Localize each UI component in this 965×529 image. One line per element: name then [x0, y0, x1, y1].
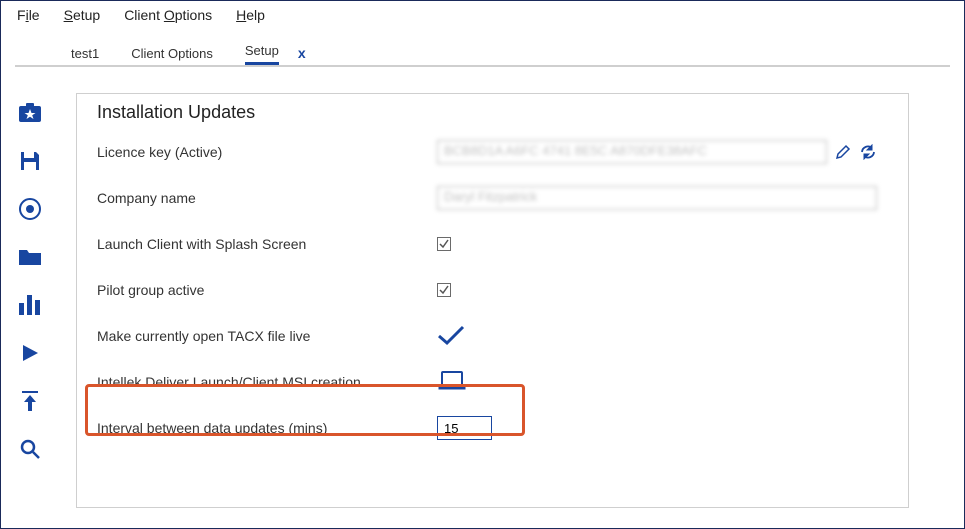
favorites-icon[interactable]	[18, 101, 42, 125]
sidebar	[11, 101, 49, 461]
menu-help[interactable]: Help	[236, 7, 265, 23]
stats-icon[interactable]	[19, 293, 41, 317]
menu-setup[interactable]: Setup	[64, 7, 101, 23]
splash-checkbox[interactable]	[437, 237, 451, 251]
msi-button[interactable]	[437, 370, 467, 395]
interval-label: Interval between data updates (mins)	[97, 420, 437, 436]
row-company-name: Company name Daryl Fitzpatrick	[97, 175, 908, 221]
tab-underline	[15, 65, 950, 67]
panel-title: Installation Updates	[97, 102, 908, 123]
make-live-label: Make currently open TACX file live	[97, 328, 437, 344]
menu-file[interactable]: File	[17, 7, 40, 23]
row-interval: Interval between data updates (mins)	[97, 405, 908, 451]
menubar: File Setup Client Options Help	[1, 1, 964, 31]
row-msi-creation: Intellek Deliver Launch/Client MSI creat…	[97, 359, 908, 405]
refresh-icon[interactable]	[859, 144, 877, 160]
interval-input[interactable]	[437, 416, 492, 440]
tab-close-button[interactable]: x	[298, 45, 306, 65]
company-name-label: Company name	[97, 190, 437, 206]
licence-key-label: Licence key (Active)	[97, 144, 437, 160]
licence-key-input[interactable]: BCB8D1A A6FC 4741 8E5C A870DFE38AFC	[437, 140, 827, 164]
installation-updates-panel: Installation Updates Licence key (Active…	[76, 93, 909, 508]
row-licence-key: Licence key (Active) BCB8D1A A6FC 4741 8…	[97, 129, 908, 175]
make-live-button[interactable]	[437, 324, 465, 349]
record-icon[interactable]	[18, 197, 42, 221]
save-icon[interactable]	[19, 149, 41, 173]
edit-icon[interactable]	[835, 144, 851, 160]
tab-client-options[interactable]: Client Options	[131, 46, 213, 65]
tab-test1[interactable]: test1	[71, 46, 99, 65]
folder-icon[interactable]	[18, 245, 42, 269]
row-make-live: Make currently open TACX file live	[97, 313, 908, 359]
pilot-checkbox[interactable]	[437, 283, 451, 297]
upload-icon[interactable]	[20, 389, 40, 413]
menu-client-options[interactable]: Client Options	[124, 7, 212, 23]
row-splash-screen: Launch Client with Splash Screen	[97, 221, 908, 267]
msi-label: Intellek Deliver Launch/Client MSI creat…	[97, 374, 437, 390]
play-icon[interactable]	[20, 341, 40, 365]
tabstrip: test1 Client Options Setup x	[1, 41, 964, 67]
tab-setup[interactable]: Setup	[245, 43, 279, 65]
company-name-input[interactable]: Daryl Fitzpatrick	[437, 186, 877, 210]
row-pilot-group: Pilot group active	[97, 267, 908, 313]
pilot-label: Pilot group active	[97, 282, 437, 298]
search-icon[interactable]	[19, 437, 41, 461]
splash-label: Launch Client with Splash Screen	[97, 236, 437, 252]
